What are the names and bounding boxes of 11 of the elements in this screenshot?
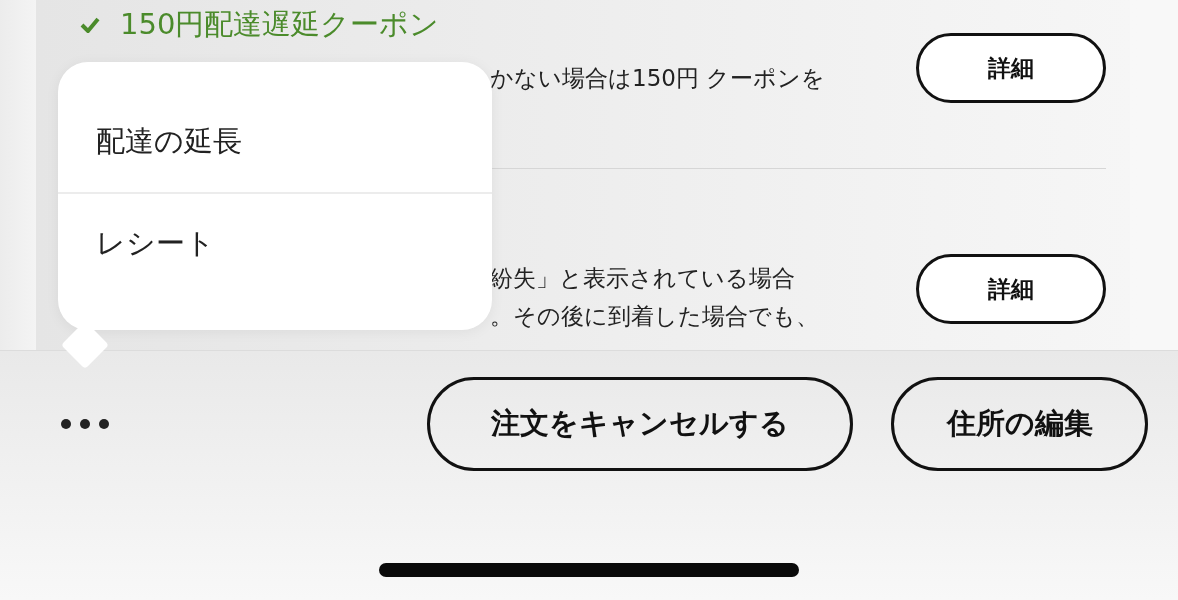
coupon-title: 150円配達遅延クーポン	[120, 6, 440, 43]
description-text: かない場合は150円 クーポンを	[489, 64, 826, 93]
menu-item[interactable]: 配達の延長	[58, 92, 492, 192]
check-icon	[80, 17, 100, 33]
footer-button[interactable]: 注文をキャンセルする	[427, 377, 853, 471]
description-text: 。その後に到着した場合でも、	[489, 302, 819, 331]
footer-button[interactable]: 住所の編集	[891, 377, 1148, 471]
more-icon	[60, 418, 110, 430]
details-button[interactable]: 詳細	[916, 33, 1106, 103]
details-button[interactable]: 詳細	[916, 254, 1106, 324]
menu-item[interactable]: レシート	[58, 194, 492, 294]
